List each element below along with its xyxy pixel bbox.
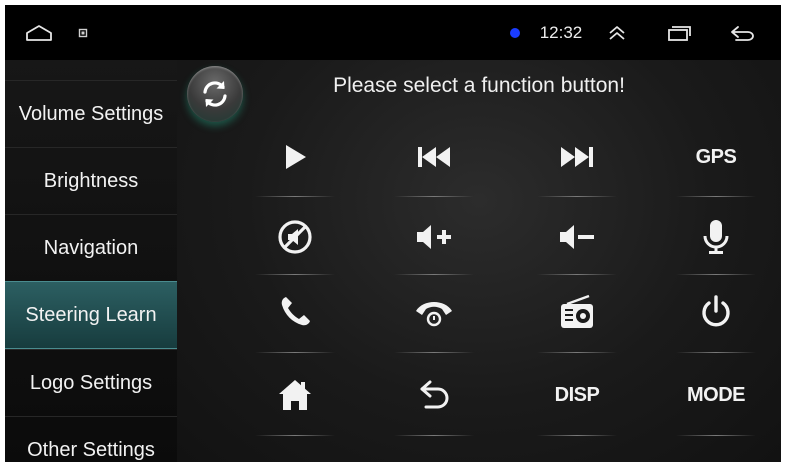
home-icon [279,380,311,410]
home-button[interactable] [245,365,345,425]
play-icon [286,145,306,169]
instruction-text: Please select a function button! [177,74,781,98]
disp-button[interactable]: DISP [527,365,627,425]
mode-button[interactable]: MODE [666,365,766,425]
radio-button[interactable] [527,282,627,342]
divider [394,274,474,275]
previous-track-icon [418,147,450,167]
sidebar-item-volume-settings[interactable]: Volume Settings [5,80,177,147]
notification-icon [73,5,93,60]
steering-learn-panel: Please select a function button! GPS DIS… [177,60,781,462]
microphone-icon [703,220,729,254]
recent-apps-icon[interactable] [661,5,697,60]
volume-up-button[interactable] [384,207,484,267]
phone-answer-icon [281,297,310,326]
sidebar-item-logo-settings[interactable]: Logo Settings [5,349,177,416]
instruction-label: Please select a function button! [333,74,625,97]
divider [255,435,335,436]
divider [537,352,617,353]
status-bar: 12:32 [5,5,781,60]
home-icon[interactable] [19,5,59,60]
voice-button[interactable] [666,207,766,267]
volume-down-icon [560,225,594,249]
divider [676,352,756,353]
next-track-button[interactable] [527,127,627,187]
sidebar-item-other-settings[interactable]: Other Settings [5,416,177,462]
gps-label: GPS [695,145,737,168]
mute-button[interactable] [245,207,345,267]
phone-hangup-icon [416,302,452,327]
power-icon [702,295,730,327]
back-icon [420,380,449,409]
volume-down-button[interactable] [527,207,627,267]
clock: 12:32 [539,22,583,42]
play-button[interactable] [245,127,345,187]
divider [676,196,756,197]
divider [537,274,617,275]
divider [676,435,756,436]
radio-icon [561,294,593,328]
sidebar-item-label: Steering Learn [25,303,157,326]
divider [676,274,756,275]
back-icon[interactable] [723,5,763,60]
head-unit-screen: 12:32 Volume Settings Brightness Navigat… [5,5,781,462]
chevron-up-icon[interactable] [599,5,635,60]
mute-icon [278,220,312,254]
sidebar-item-label: Volume Settings [18,102,164,125]
power-button[interactable] [666,282,766,342]
bluetooth-dot-icon [503,5,527,60]
mode-label: MODE [687,383,746,406]
sidebar-item-steering-learn[interactable]: Steering Learn [5,281,177,349]
divider [255,196,335,197]
sidebar-item-label: Other Settings [27,438,155,461]
gps-button[interactable]: GPS [666,127,766,187]
divider [394,352,474,353]
phone-hangup-button[interactable] [384,282,484,342]
sidebar-item-label: Logo Settings [29,371,153,394]
back-button[interactable] [384,365,484,425]
settings-sidebar: Volume Settings Brightness Navigation St… [5,60,177,462]
divider [394,435,474,436]
sidebar-item-label: Navigation [43,236,139,259]
previous-track-button[interactable] [384,127,484,187]
next-track-icon [561,147,593,167]
volume-up-icon [417,225,451,249]
divider [255,352,335,353]
divider [394,196,474,197]
divider [537,435,617,436]
sidebar-item-label: Brightness [43,169,139,192]
divider [255,274,335,275]
divider [537,196,617,197]
disp-label: DISP [554,383,600,406]
phone-answer-button[interactable] [245,282,345,342]
sidebar-item-brightness[interactable]: Brightness [5,147,177,214]
sidebar-item-navigation[interactable]: Navigation [5,214,177,281]
